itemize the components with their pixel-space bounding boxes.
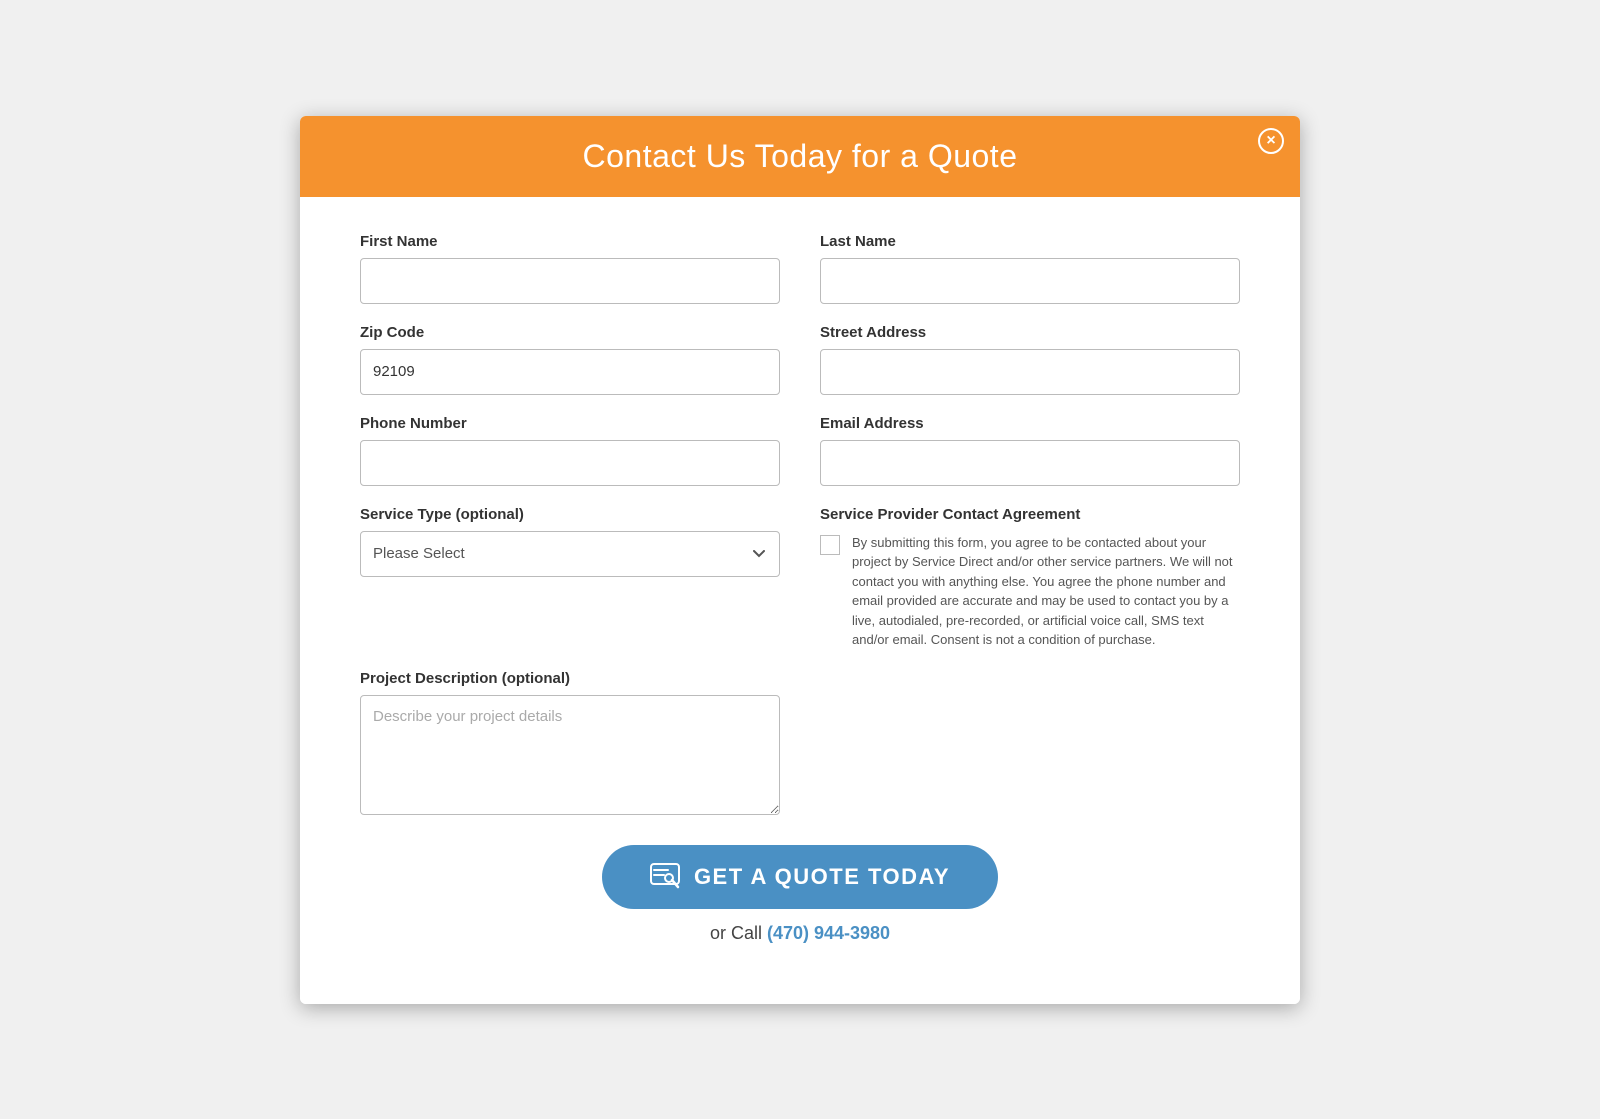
email-input[interactable] bbox=[820, 440, 1240, 486]
first-name-input[interactable] bbox=[360, 258, 780, 304]
contact-modal: Contact Us Today for a Quote × First Nam… bbox=[300, 116, 1300, 1004]
email-group: Email Address bbox=[820, 415, 1240, 486]
service-type-group: Service Type (optional) Please Select bbox=[360, 506, 780, 650]
phone-input[interactable] bbox=[360, 440, 780, 486]
project-description-label: Project Description (optional) bbox=[360, 670, 780, 687]
phone-label: Phone Number bbox=[360, 415, 780, 432]
first-name-group: First Name bbox=[360, 233, 780, 304]
agreement-group: Service Provider Contact Agreement By su… bbox=[820, 506, 1240, 650]
zip-code-group: Zip Code bbox=[360, 324, 780, 395]
service-type-select[interactable]: Please Select bbox=[360, 531, 780, 577]
agreement-checkbox[interactable] bbox=[820, 535, 840, 555]
phone-group: Phone Number bbox=[360, 415, 780, 486]
contact-row: Phone Number Email Address bbox=[360, 415, 1240, 486]
name-row: First Name Last Name bbox=[360, 233, 1240, 304]
modal-title: Contact Us Today for a Quote bbox=[340, 138, 1260, 175]
submit-area: GET A QUOTE TODAY or Call (470) 944-3980 bbox=[360, 835, 1240, 964]
street-address-group: Street Address bbox=[820, 324, 1240, 395]
or-call-section: or Call (470) 944-3980 bbox=[360, 923, 1240, 944]
email-label: Email Address bbox=[820, 415, 1240, 432]
service-agreement-row: Service Type (optional) Please Select Se… bbox=[360, 506, 1240, 650]
service-type-label: Service Type (optional) bbox=[360, 506, 780, 523]
project-description-group: Project Description (optional) bbox=[360, 670, 780, 815]
first-name-label: First Name bbox=[360, 233, 780, 250]
modal-body: First Name Last Name Zip Code Street Add… bbox=[300, 197, 1300, 1004]
last-name-input[interactable] bbox=[820, 258, 1240, 304]
zip-code-input[interactable] bbox=[360, 349, 780, 395]
or-call-text: or Call bbox=[710, 923, 762, 943]
agreement-text: By submitting this form, you agree to be… bbox=[852, 533, 1240, 650]
zip-code-label: Zip Code bbox=[360, 324, 780, 341]
modal-header: Contact Us Today for a Quote × bbox=[300, 116, 1300, 197]
submit-label: GET A QUOTE TODAY bbox=[694, 864, 950, 890]
agreement-title: Service Provider Contact Agreement bbox=[820, 506, 1240, 523]
street-address-input[interactable] bbox=[820, 349, 1240, 395]
address-row: Zip Code Street Address bbox=[360, 324, 1240, 395]
description-row: Project Description (optional) bbox=[360, 670, 1240, 815]
submit-button[interactable]: GET A QUOTE TODAY bbox=[602, 845, 998, 909]
submit-icon bbox=[650, 863, 680, 891]
project-description-input[interactable] bbox=[360, 695, 780, 815]
street-address-label: Street Address bbox=[820, 324, 1240, 341]
last-name-label: Last Name bbox=[820, 233, 1240, 250]
agreement-content: By submitting this form, you agree to be… bbox=[820, 533, 1240, 650]
close-button[interactable]: × bbox=[1258, 128, 1284, 154]
last-name-group: Last Name bbox=[820, 233, 1240, 304]
phone-link[interactable]: (470) 944-3980 bbox=[767, 923, 890, 943]
